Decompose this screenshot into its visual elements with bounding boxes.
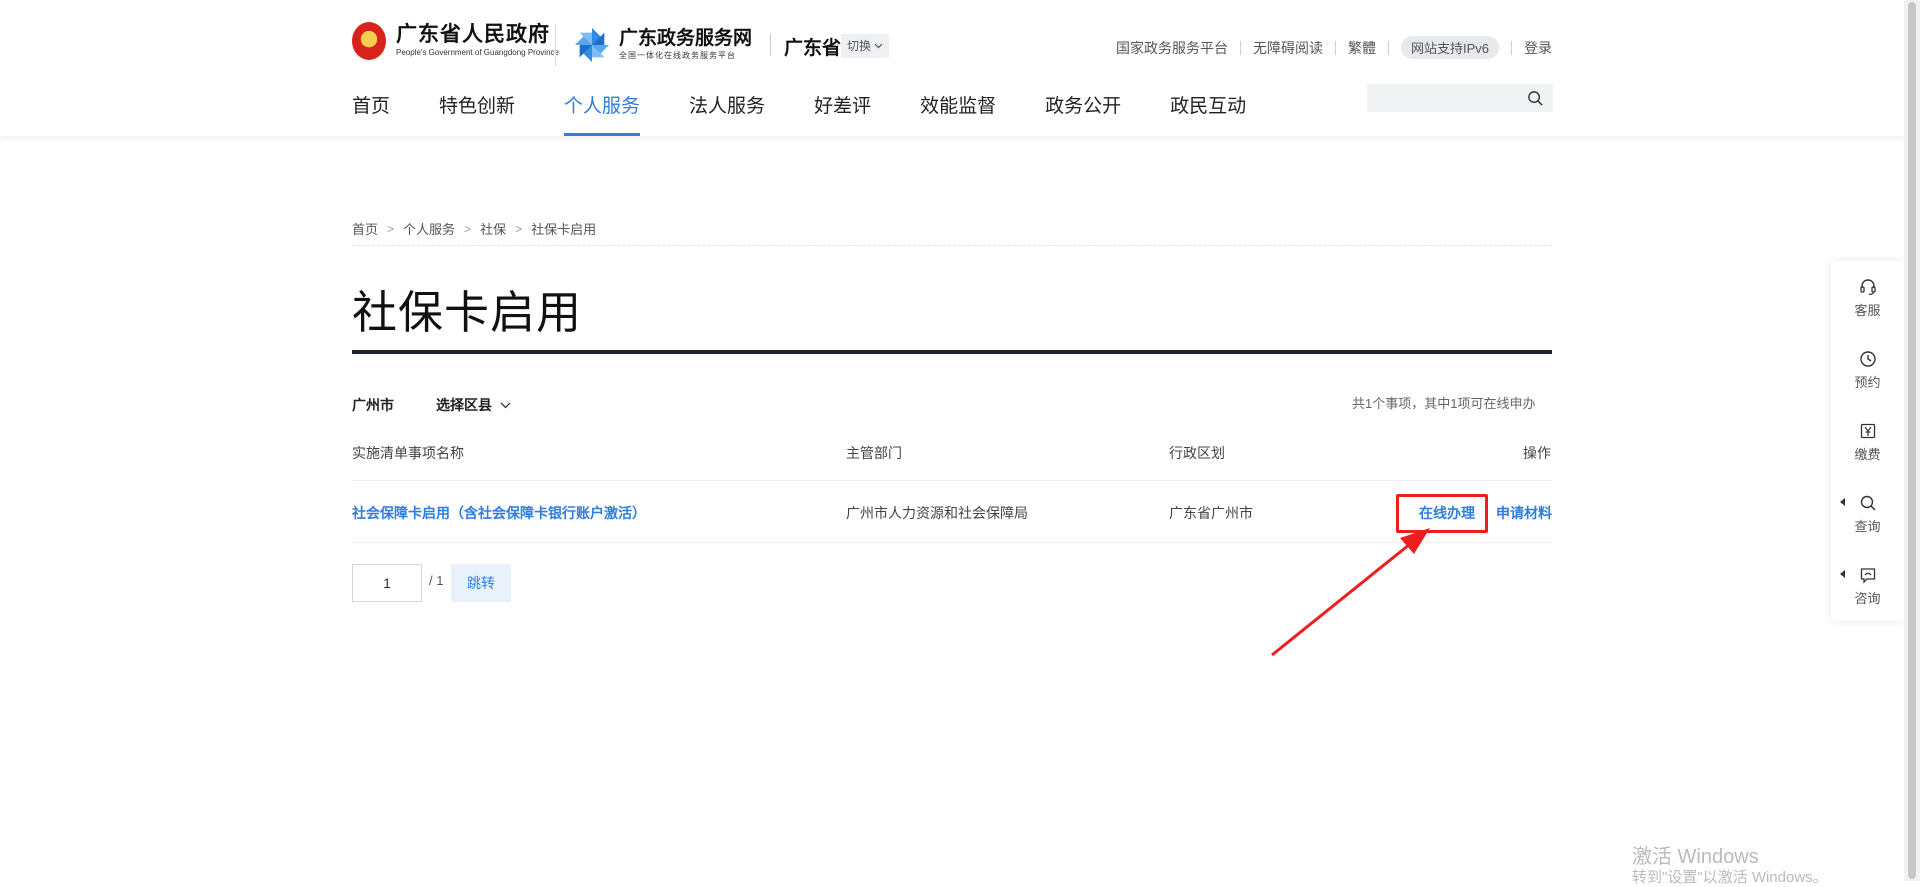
page-total: / 1: [429, 573, 444, 588]
sidebar-item-consult[interactable]: 咨询: [1831, 566, 1904, 628]
chevron-down-icon: [500, 402, 511, 408]
nav-item-featured[interactable]: 特色创新: [439, 94, 515, 136]
pinwheel-icon: [574, 27, 610, 63]
clock-icon: [1859, 351, 1876, 367]
traditional-chinese-link[interactable]: 繁體: [1348, 38, 1376, 58]
switch-label: 切换: [847, 39, 872, 53]
page-title: 社保卡启用: [352, 287, 583, 338]
sidebar-item-payment[interactable]: 缴费: [1831, 422, 1904, 484]
search-input[interactable]: [1367, 84, 1553, 112]
sidebar-label: 客服: [1854, 303, 1881, 318]
nav-item-disclosure[interactable]: 政务公开: [1045, 94, 1121, 136]
city-filter[interactable]: 广州市: [352, 395, 394, 415]
sidebar-item-appointment[interactable]: 预约: [1831, 350, 1904, 412]
national-emblem-icon: [352, 22, 386, 60]
nav-item-corporate[interactable]: 法人服务: [689, 94, 765, 136]
item-department: 广州市人力资源和社会保障局: [846, 505, 1028, 521]
scrollbar-thumb[interactable]: [1908, 2, 1916, 879]
sidebar-item-customer-service[interactable]: 客服: [1831, 278, 1904, 340]
result-summary: 共1个事项，其中1项可在线申办: [1352, 396, 1536, 411]
title-rule: [352, 350, 1552, 354]
breadcrumb: 首页 > 个人服务 > 社保 > 社保卡启用: [352, 219, 596, 238]
login-link[interactable]: 登录: [1524, 38, 1552, 58]
page-number-input[interactable]: [352, 564, 422, 602]
nav-item-home[interactable]: 首页: [352, 94, 390, 136]
application-materials-button[interactable]: 申请材料: [1496, 503, 1552, 523]
gov-name: 广东省人民政府: [396, 23, 550, 46]
ipv6-badge: 网站支持IPv6: [1400, 36, 1499, 59]
breadcrumb-home[interactable]: 首页: [352, 219, 378, 238]
service-logo[interactable]: 广东政务服务网 全国一体化在线政务服务平台: [573, 26, 752, 64]
item-name-link[interactable]: 社会保障卡启用（含社会保障卡银行账户激活）: [352, 503, 646, 523]
breadcrumb-personal[interactable]: 个人服务: [403, 219, 455, 238]
main-nav: 首页 特色创新 个人服务 法人服务 好差评 效能监督 政务公开 政民互动: [352, 94, 1295, 136]
breadcrumb-social-security[interactable]: 社保: [480, 219, 506, 238]
top-links: 国家政务服务平台 无障碍阅读 繁體 网站支持IPv6 登录: [1116, 36, 1552, 59]
annotation-arrow: [1271, 528, 1430, 657]
search-icon[interactable]: [1527, 90, 1544, 107]
province-divider: [770, 34, 771, 56]
column-header-name: 实施清单事项名称: [352, 445, 464, 461]
windows-activation-watermark: 激活 Windows: [1632, 846, 1759, 868]
logo-divider: [555, 24, 556, 66]
chat-icon: [1860, 568, 1875, 584]
sidebar-label: 缴费: [1854, 447, 1881, 462]
site-header: 广东省人民政府 People's Government of Guangdong…: [0, 0, 1904, 136]
sidebar-label: 咨询: [1854, 591, 1881, 606]
nav-item-rating[interactable]: 好差评: [814, 94, 871, 136]
windows-activation-hint: 转到"设置"以激活 Windows。: [1632, 869, 1828, 886]
district-select-label: 选择区县: [436, 397, 492, 413]
service-subtitle: 全国一体化在线政务服务平台: [619, 51, 736, 60]
column-header-actions: 操作: [1523, 445, 1551, 461]
nav-item-interaction[interactable]: 政民互动: [1170, 94, 1246, 136]
gov-logo[interactable]: 广东省人民政府 People's Government of Guangdong…: [352, 22, 559, 60]
jump-page-button[interactable]: 跳转: [451, 564, 511, 602]
province-label: 广东省: [784, 38, 842, 59]
column-header-region: 行政区划: [1169, 445, 1225, 461]
breadcrumb-current: 社保卡启用: [531, 222, 597, 237]
accessible-reading-link[interactable]: 无障碍阅读: [1253, 38, 1323, 58]
item-region: 广东省广州市: [1169, 505, 1253, 521]
service-name: 广东政务服务网: [619, 28, 753, 49]
district-select[interactable]: 选择区县: [436, 395, 511, 415]
sidebar-label: 预约: [1854, 375, 1881, 390]
nav-item-supervision[interactable]: 效能监督: [920, 94, 996, 136]
nav-item-personal[interactable]: 个人服务: [564, 94, 641, 136]
sidebar-label: 查询: [1854, 519, 1881, 534]
headset-icon: [1859, 279, 1876, 296]
switch-region-button[interactable]: 切换: [841, 34, 890, 58]
chevron-down-icon: [874, 43, 883, 49]
floating-sidebar: 客服 预约 缴费 查询 咨询: [1831, 261, 1904, 621]
search-icon: [1860, 495, 1876, 511]
gov-name-en: People's Government of Guangdong Provinc…: [396, 48, 559, 57]
column-header-department: 主管部门: [846, 445, 902, 461]
sidebar-item-query[interactable]: 查询: [1831, 494, 1904, 556]
table-header-divider: [352, 480, 1552, 481]
national-platform-link[interactable]: 国家政务服务平台: [1116, 38, 1228, 58]
breadcrumb-divider: [352, 245, 1552, 246]
yen-icon: [1860, 423, 1875, 439]
